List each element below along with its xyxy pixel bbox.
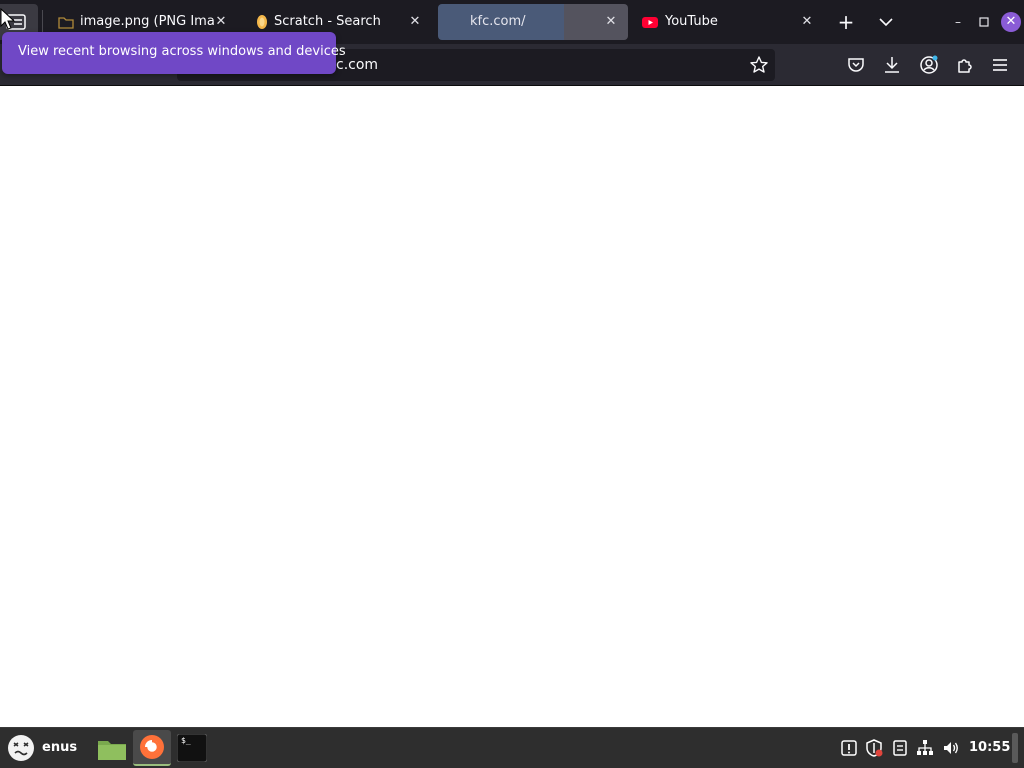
- tab-title: kfc.com/: [470, 14, 526, 29]
- page-content-area[interactable]: [0, 86, 1024, 727]
- firefox-view-tooltip: View recent browsing across windows and …: [2, 32, 346, 74]
- tab-title: Scratch - Search: [274, 14, 381, 29]
- taskbar-terminal[interactable]: $_: [173, 730, 211, 766]
- new-tab-button[interactable]: +: [832, 8, 860, 36]
- files-icon: [98, 741, 126, 760]
- network-icon[interactable]: [916, 739, 934, 757]
- scratch-cat-icon: [257, 15, 267, 29]
- update-manager-icon[interactable]: [840, 739, 858, 757]
- tab-title: image.png (PNG Image, 1024 × 768 pixels): [80, 14, 214, 29]
- account-icon[interactable]: [919, 55, 939, 75]
- terminal-prompt: $_: [181, 736, 191, 745]
- tab-separator: [42, 10, 43, 34]
- hamburger-menu-icon[interactable]: [990, 55, 1010, 75]
- tab-close-button[interactable]: ✕: [602, 13, 620, 31]
- show-desktop-button[interactable]: [1012, 733, 1018, 763]
- taskbar-firefox[interactable]: [133, 730, 171, 766]
- clipboard-icon[interactable]: [891, 739, 909, 757]
- download-icon[interactable]: [882, 55, 902, 75]
- list-all-tabs-button[interactable]: [872, 8, 900, 36]
- maximize-button[interactable]: [974, 12, 994, 32]
- tab-close-button[interactable]: ✕: [212, 13, 230, 31]
- extensions-icon[interactable]: [955, 55, 975, 75]
- clock[interactable]: 10:55: [969, 740, 1010, 755]
- tab-close-button[interactable]: ✕: [798, 13, 816, 31]
- minimize-button[interactable]: –: [948, 12, 968, 32]
- start-menu-label[interactable]: enus: [42, 740, 77, 755]
- youtube-icon: [642, 17, 658, 28]
- url-text: c.com: [336, 57, 379, 73]
- tab-close-button[interactable]: ✕: [406, 13, 424, 31]
- maximize-icon: [979, 17, 989, 27]
- firefox-icon: [140, 735, 164, 759]
- image-file-icon: [58, 17, 74, 29]
- tab-kfc[interactable]: kfc.com/ ✕: [438, 4, 628, 40]
- chevron-down-icon: [879, 18, 893, 27]
- bookmark-star-icon[interactable]: [749, 55, 769, 75]
- pocket-icon[interactable]: [846, 55, 866, 75]
- tab-title: YouTube: [665, 14, 718, 29]
- tab-youtube[interactable]: YouTube ✕: [632, 4, 822, 40]
- taskbar: enus $_ 10:55: [0, 727, 1024, 768]
- taskbar-files[interactable]: [94, 730, 132, 766]
- tooltip-text: View recent browsing across windows and …: [18, 44, 346, 59]
- close-window-button[interactable]: ✕: [1001, 12, 1021, 32]
- mouse-cursor-icon: [0, 8, 16, 30]
- volume-icon[interactable]: [942, 739, 960, 757]
- start-menu-icon[interactable]: [6, 733, 36, 763]
- shield-icon[interactable]: [865, 739, 883, 757]
